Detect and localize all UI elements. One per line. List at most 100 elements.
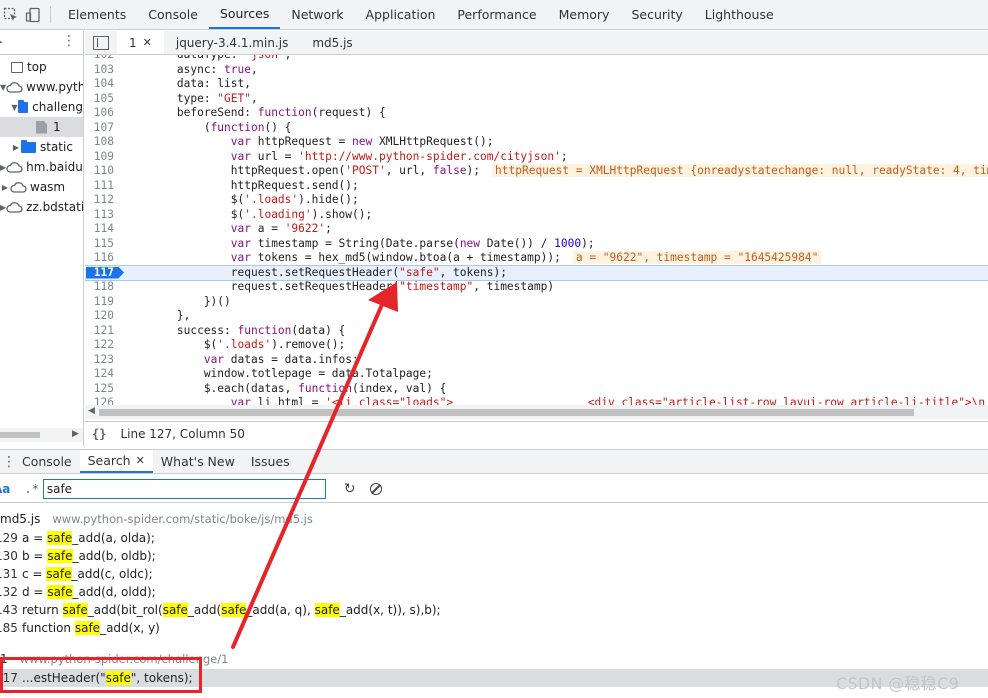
scrollbar-thumb[interactable]: [0, 432, 40, 438]
close-icon[interactable]: ✕: [143, 36, 152, 49]
line-number[interactable]: 112: [85, 193, 123, 208]
match-case-toggle[interactable]: Aa: [0, 482, 10, 496]
editor-tab[interactable]: jquery-3.4.1.min.js: [164, 31, 300, 54]
pretty-print-icon[interactable]: {}: [92, 427, 106, 441]
kebab-menu-icon[interactable]: ⋮: [2, 454, 16, 470]
line-number[interactable]: 106: [85, 106, 123, 121]
line-number-text: 119: [93, 294, 114, 308]
line-number[interactable]: 117: [85, 266, 123, 281]
line-number[interactable]: 105: [85, 92, 123, 107]
tree-item[interactable]: 1: [0, 117, 83, 137]
code-line: 103 async: true,: [85, 63, 988, 78]
line-number[interactable]: 114: [85, 222, 123, 237]
line-number[interactable]: 118: [85, 280, 123, 295]
drawer-tab-what-s-new[interactable]: What's New: [153, 450, 243, 473]
line-number[interactable]: 108: [85, 135, 123, 150]
code-text: var datas = data.infos;: [203, 352, 359, 366]
line-number[interactable]: 103: [85, 63, 123, 78]
clear-icon[interactable]: [369, 482, 382, 495]
result-line[interactable]: 132 d = safe_add(d, oldd);: [0, 583, 988, 601]
result-line[interactable]: 143 return safe_add(bit_rol(safe_add(safe…: [0, 601, 988, 619]
search-input[interactable]: [42, 478, 326, 499]
kebab-menu-icon[interactable]: ⋮: [62, 33, 76, 49]
code-text: httpRequest.send();: [123, 178, 359, 192]
result-line[interactable]: 130 b = safe_add(b, oldb);: [0, 547, 988, 565]
line-number[interactable]: 113: [85, 208, 123, 223]
code-line: 102 dataType: "json",: [85, 55, 988, 63]
code-editor[interactable]: 102 dataType: "json",103 async: true,104…: [85, 55, 988, 405]
tree-item[interactable]: ▼ www.pyth: [0, 77, 83, 97]
line-number[interactable]: 122: [85, 338, 123, 353]
line-number[interactable]: 116: [85, 251, 123, 266]
code-line: 126 var li_html = '<li class="loads"> <d…: [85, 396, 988, 405]
regex-toggle[interactable]: .*: [24, 482, 38, 496]
code-line: 121 success: function(data) {: [85, 324, 988, 339]
tab-security[interactable]: Security: [620, 0, 693, 29]
line-number[interactable]: 104: [85, 77, 123, 92]
line-number[interactable]: 111: [85, 179, 123, 194]
editor-horizontal-scrollbar[interactable]: ◀: [85, 405, 988, 419]
triangle-right-icon[interactable]: ▶: [0, 183, 10, 192]
line-number[interactable]: 102: [85, 55, 123, 63]
line-number[interactable]: 125: [85, 382, 123, 397]
line-number-text: 114: [93, 222, 114, 235]
tab-elements[interactable]: Elements: [57, 0, 137, 29]
editor-status-bar: {} Line 127, Column 50: [85, 421, 988, 446]
triangle-down-icon[interactable]: ▼: [11, 103, 18, 112]
drawer-tab-console[interactable]: Console: [14, 450, 80, 473]
tree-item[interactable]: ▶ zz.bdstati: [0, 197, 83, 217]
chevron-more-tabs-icon[interactable]: ▸: [0, 35, 3, 48]
result-line[interactable]: 131 c = safe_add(c, oldc);: [0, 565, 988, 583]
tree-item[interactable]: ▶ hm.baidu.: [0, 157, 83, 177]
scroll-right-arrow-icon[interactable]: ▶: [72, 429, 79, 439]
tab-lighthouse[interactable]: Lighthouse: [694, 0, 785, 29]
line-number[interactable]: 109: [85, 150, 123, 165]
tab-network[interactable]: Network: [280, 0, 354, 29]
result-file-header[interactable]: 1 www.python-spider.com/challenge/1: [0, 649, 988, 669]
line-number[interactable]: 126: [85, 396, 123, 405]
editor-tab[interactable]: 1 ✕: [117, 31, 164, 54]
tab-console[interactable]: Console: [137, 0, 209, 29]
tree-item[interactable]: top: [0, 57, 83, 77]
drawer-tab-search[interactable]: Search ✕: [79, 450, 153, 473]
code-text: request.setRequestHeader("safe", tokens)…: [123, 265, 507, 279]
line-number[interactable]: 121: [85, 324, 123, 339]
result-line[interactable]: 185 function safe_add(x, y): [0, 619, 988, 637]
tree-item[interactable]: ▼ challeng: [0, 97, 83, 117]
result-line[interactable]: 129 a = safe_add(a, olda);: [0, 529, 988, 547]
result-file-header[interactable]: md5.js www.python-spider.com/static/boke/…: [0, 509, 988, 529]
line-number[interactable]: 119: [85, 295, 123, 310]
result-file-name: md5.js: [0, 512, 41, 526]
tab-performance[interactable]: Performance: [446, 0, 547, 29]
result-line-text: c = safe_add(c, oldc);: [22, 567, 153, 581]
navigator-scrollbar[interactable]: ▶: [0, 428, 83, 442]
line-number-text: 104: [93, 77, 114, 90]
toggle-navigator-icon[interactable]: [93, 35, 109, 50]
tree-item[interactable]: ▶ static: [0, 137, 83, 157]
tree-item[interactable]: ▶ wasm: [0, 177, 83, 197]
triangle-right-icon[interactable]: ▶: [11, 143, 21, 152]
line-number-text: 109: [93, 149, 114, 163]
line-number-text: 116: [93, 251, 114, 264]
line-number[interactable]: 110: [85, 164, 123, 179]
line-number[interactable]: 115: [85, 237, 123, 252]
line-number-text: 111: [93, 178, 114, 192]
search-toolbar: Aa .* ↻: [0, 475, 988, 503]
line-number[interactable]: 120: [85, 309, 123, 324]
scroll-left-arrow-icon[interactable]: ◀: [88, 406, 95, 416]
tab-application[interactable]: Application: [355, 0, 447, 29]
scrollbar-thumb[interactable]: [99, 409, 914, 416]
editor-tab[interactable]: md5.js: [300, 31, 364, 54]
close-icon[interactable]: ✕: [136, 454, 145, 467]
refresh-icon[interactable]: ↻: [344, 481, 356, 497]
tab-memory[interactable]: Memory: [548, 0, 621, 29]
inspect-element-icon[interactable]: [0, 0, 22, 29]
tree-item-label: wasm: [30, 180, 66, 194]
drawer-tab-issues[interactable]: Issues: [243, 450, 298, 473]
line-number[interactable]: 107: [85, 121, 123, 136]
device-toolbar-icon[interactable]: [22, 0, 44, 29]
drawer-tab-label: Issues: [250, 454, 290, 469]
line-number[interactable]: 124: [85, 367, 123, 382]
line-number[interactable]: 123: [85, 353, 123, 368]
tab-sources[interactable]: Sources: [208, 0, 281, 29]
